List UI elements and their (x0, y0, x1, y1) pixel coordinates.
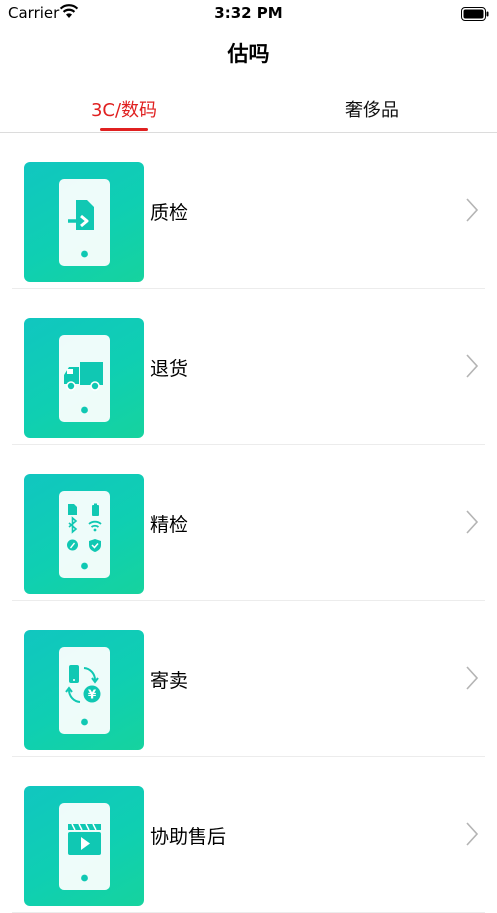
svg-text:¥: ¥ (88, 688, 97, 702)
category-tabs: 3C/数码 奢侈品 (0, 88, 497, 133)
chevron-right-icon (466, 354, 479, 378)
chevron-right-icon (466, 666, 479, 690)
item-label: 精检 (150, 514, 189, 536)
list-item-after-sales-assist[interactable]: 协助售后 (0, 757, 497, 913)
active-tab-indicator (100, 128, 148, 131)
list-item-quality-check[interactable]: 质检 (0, 133, 497, 289)
item-label: 寄卖 (150, 670, 189, 692)
chevron-right-icon (466, 510, 479, 534)
status-bar: Carrier 3:32 PM (0, 0, 497, 26)
list-item-consignment[interactable]: ¥ 寄卖 (0, 601, 497, 757)
item-label: 质检 (150, 202, 189, 224)
list-item-detailed-inspection[interactable]: 精检 (0, 445, 497, 601)
tab-3c-digital[interactable]: 3C/数码 (0, 96, 248, 122)
chevron-right-icon (466, 198, 479, 222)
phone-video-icon (24, 786, 144, 906)
chevron-right-icon (466, 822, 479, 846)
battery-icon (461, 6, 489, 25)
phone-truck-icon (24, 318, 144, 438)
tab-luxury[interactable]: 奢侈品 (248, 96, 496, 122)
list-item-return[interactable]: 退货 (0, 289, 497, 445)
service-list: 质检 退货 精检 ¥ 寄卖 协助售后 (0, 133, 497, 913)
status-time: 3:32 PM (214, 4, 283, 22)
phone-exchange-yuan-icon: ¥ (24, 630, 144, 750)
page-title: 估吗 (227, 42, 270, 66)
item-label: 退货 (150, 358, 189, 380)
phone-grid-icons-icon (24, 474, 144, 594)
phone-sim-arrow-icon (24, 162, 144, 282)
item-label: 协助售后 (150, 826, 227, 848)
